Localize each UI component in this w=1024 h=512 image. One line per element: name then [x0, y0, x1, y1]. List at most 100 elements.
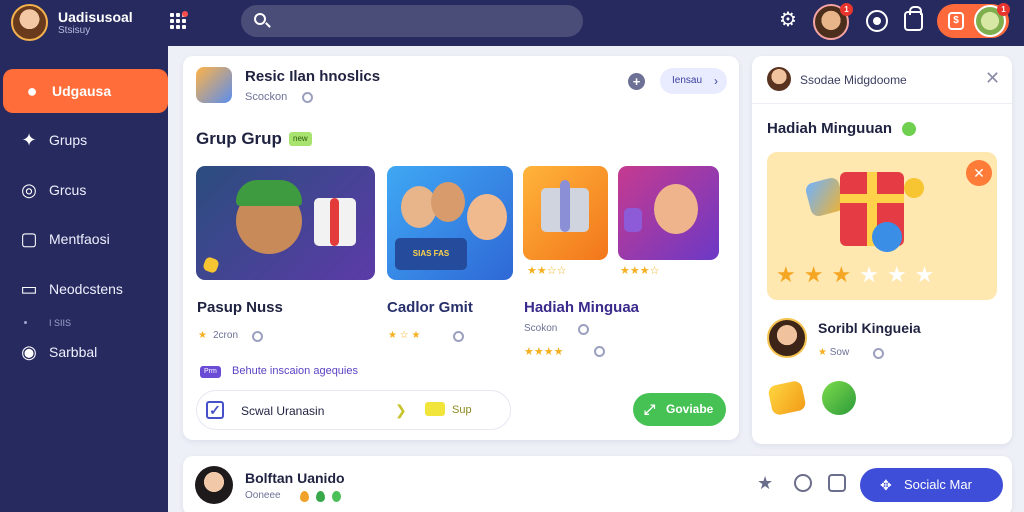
user2-name[interactable]: Soribl Kingueia	[818, 320, 921, 336]
social-button-label: Socialc Mar	[904, 477, 972, 492]
sidebar-separator: I SIIS	[49, 318, 72, 328]
status-icon	[578, 324, 589, 335]
app-subtitle: Stsisuy	[58, 25, 91, 36]
panel-title: Hadiah Minguuan	[767, 120, 892, 137]
user2-meta-label: Sow	[829, 347, 850, 358]
emoji-icon[interactable]	[794, 474, 812, 492]
sidebar-item-label: Mentfaosi	[49, 231, 110, 247]
star-filled-icon: ★	[776, 262, 804, 287]
frame-icon: ▢	[20, 229, 38, 249]
fire-icon	[300, 491, 309, 502]
monitor-icon: ▭	[20, 279, 38, 299]
promo-link[interactable]: Behute inscaion agequies	[232, 365, 358, 377]
promo-tag: Prm	[200, 366, 221, 378]
star-empty-icon: ★	[859, 262, 887, 287]
coin-icon	[202, 256, 220, 274]
ribbon	[560, 180, 570, 232]
game-tile-3[interactable]	[523, 166, 608, 260]
sidebar-item-settings[interactable]: ◉ Sarbbal	[0, 330, 168, 374]
star-filled-icon: ★	[831, 262, 860, 287]
chat-bubble-icon: ●	[26, 81, 38, 101]
people-icon: ✥	[880, 477, 892, 493]
join-button-label: Goviabe	[666, 402, 714, 416]
tile-title[interactable]: Cadlor Gmit	[387, 299, 473, 316]
tile-rating: ★★★★	[524, 346, 564, 358]
star-icon[interactable]: ★	[757, 473, 773, 494]
join-button[interactable]: ⤢ Goviabe	[633, 393, 726, 426]
star-empty-icon: ★	[914, 262, 943, 287]
game-tile-4[interactable]	[618, 166, 719, 260]
search-input[interactable]	[241, 5, 583, 37]
reward-rating: ★★★★★★	[776, 262, 942, 288]
chat-icon[interactable]: ❯	[395, 402, 407, 419]
sidebar-item-label: Sarbbal	[49, 344, 98, 360]
post-author[interactable]: Bolftan Uanido	[245, 470, 345, 486]
close-icon[interactable]: ✕	[985, 69, 1000, 87]
profile-avatar[interactable]	[11, 4, 48, 41]
online-dot-icon	[902, 122, 916, 136]
status-icon	[873, 348, 884, 359]
sticker-icon[interactable]	[425, 402, 445, 416]
bird-icon: ✦	[21, 130, 37, 150]
new-tag: new	[289, 132, 312, 146]
expand-icon: ⤢	[644, 401, 656, 417]
group-title[interactable]: Resic Ilan hnoslics	[245, 68, 380, 85]
status-icon	[453, 331, 464, 342]
tile-3-stars: ★★☆☆	[527, 265, 567, 277]
shopping-bag-icon[interactable]	[904, 6, 923, 31]
tile-meta: 2cron	[213, 330, 239, 341]
post-meta: Ooneee	[245, 490, 281, 501]
gallery-icon[interactable]	[828, 474, 846, 492]
gear-icon[interactable]: ⚙	[779, 10, 797, 30]
view-button[interactable]: Iensau ›	[660, 68, 727, 94]
apps-grid-icon[interactable]	[168, 11, 188, 31]
action-label[interactable]: Scwal Uranasin	[241, 404, 324, 418]
ribbon	[330, 198, 339, 246]
group-subtitle: Scockon	[245, 91, 288, 103]
tile-title[interactable]: Pasup Nuss	[197, 299, 283, 316]
coin-icon	[904, 178, 924, 198]
sidebar-item-videos[interactable]: ▭ Neodcstens	[0, 267, 168, 311]
tile-4-stars: ★★★☆	[620, 265, 660, 277]
gem-icon	[872, 222, 902, 252]
online-dot-icon	[332, 491, 341, 502]
sidebar-item-media[interactable]: ▢ Mentfaosi	[0, 217, 168, 261]
notification-dot	[182, 11, 188, 17]
group-logo[interactable]	[196, 67, 232, 103]
social-button[interactable]: ✥ Socialc Mar	[860, 468, 1003, 502]
share-icon[interactable]: ✕	[966, 160, 992, 186]
game-tile-2[interactable]: SIAS FAS	[387, 166, 513, 280]
character-head	[467, 194, 507, 240]
search-icon	[254, 13, 266, 25]
sidebar-item-label: Neodcstens	[49, 281, 123, 297]
star-filled-icon: ★	[803, 262, 832, 287]
tile-caption: SIAS FAS	[395, 238, 467, 270]
panel-user-name[interactable]: Ssodae Midgdoome	[800, 73, 907, 87]
tile-meta: Scokon	[524, 323, 558, 334]
sidebar-item-label: Grups	[49, 132, 88, 148]
view-button-label: Iensau	[672, 75, 703, 86]
chevron-right-icon: ›	[714, 74, 718, 88]
green-gem-icon[interactable]	[822, 381, 856, 415]
sidebar-item-friends[interactable]: ◎ Grcus	[0, 168, 168, 212]
panel-user-avatar[interactable]	[767, 67, 791, 91]
section-title: Grup Grup	[196, 129, 282, 148]
headset-icon[interactable]	[866, 10, 888, 32]
wallet-badge: 1	[997, 3, 1010, 16]
face-icon: ◎	[21, 180, 37, 200]
check-icon[interactable]: ✓	[206, 401, 224, 419]
gem-icon	[624, 208, 642, 232]
divider	[752, 103, 1012, 104]
tile-title[interactable]: Hadiah Minguaa	[524, 299, 639, 316]
game-tile-1[interactable]	[196, 166, 375, 280]
action-extra[interactable]: Sup	[452, 404, 472, 416]
user2-avatar[interactable]	[767, 318, 807, 358]
sidebar-item-messages[interactable]: ● Udgausa	[3, 69, 168, 113]
post-avatar[interactable]	[195, 466, 233, 504]
sidebar-item-groups[interactable]: ✦ Grups	[0, 118, 168, 162]
separator-dot	[24, 321, 27, 324]
star-icon: ★	[818, 347, 827, 358]
add-icon[interactable]: +	[628, 73, 645, 90]
coin-icon: $	[948, 12, 964, 30]
status-icon	[594, 346, 605, 357]
